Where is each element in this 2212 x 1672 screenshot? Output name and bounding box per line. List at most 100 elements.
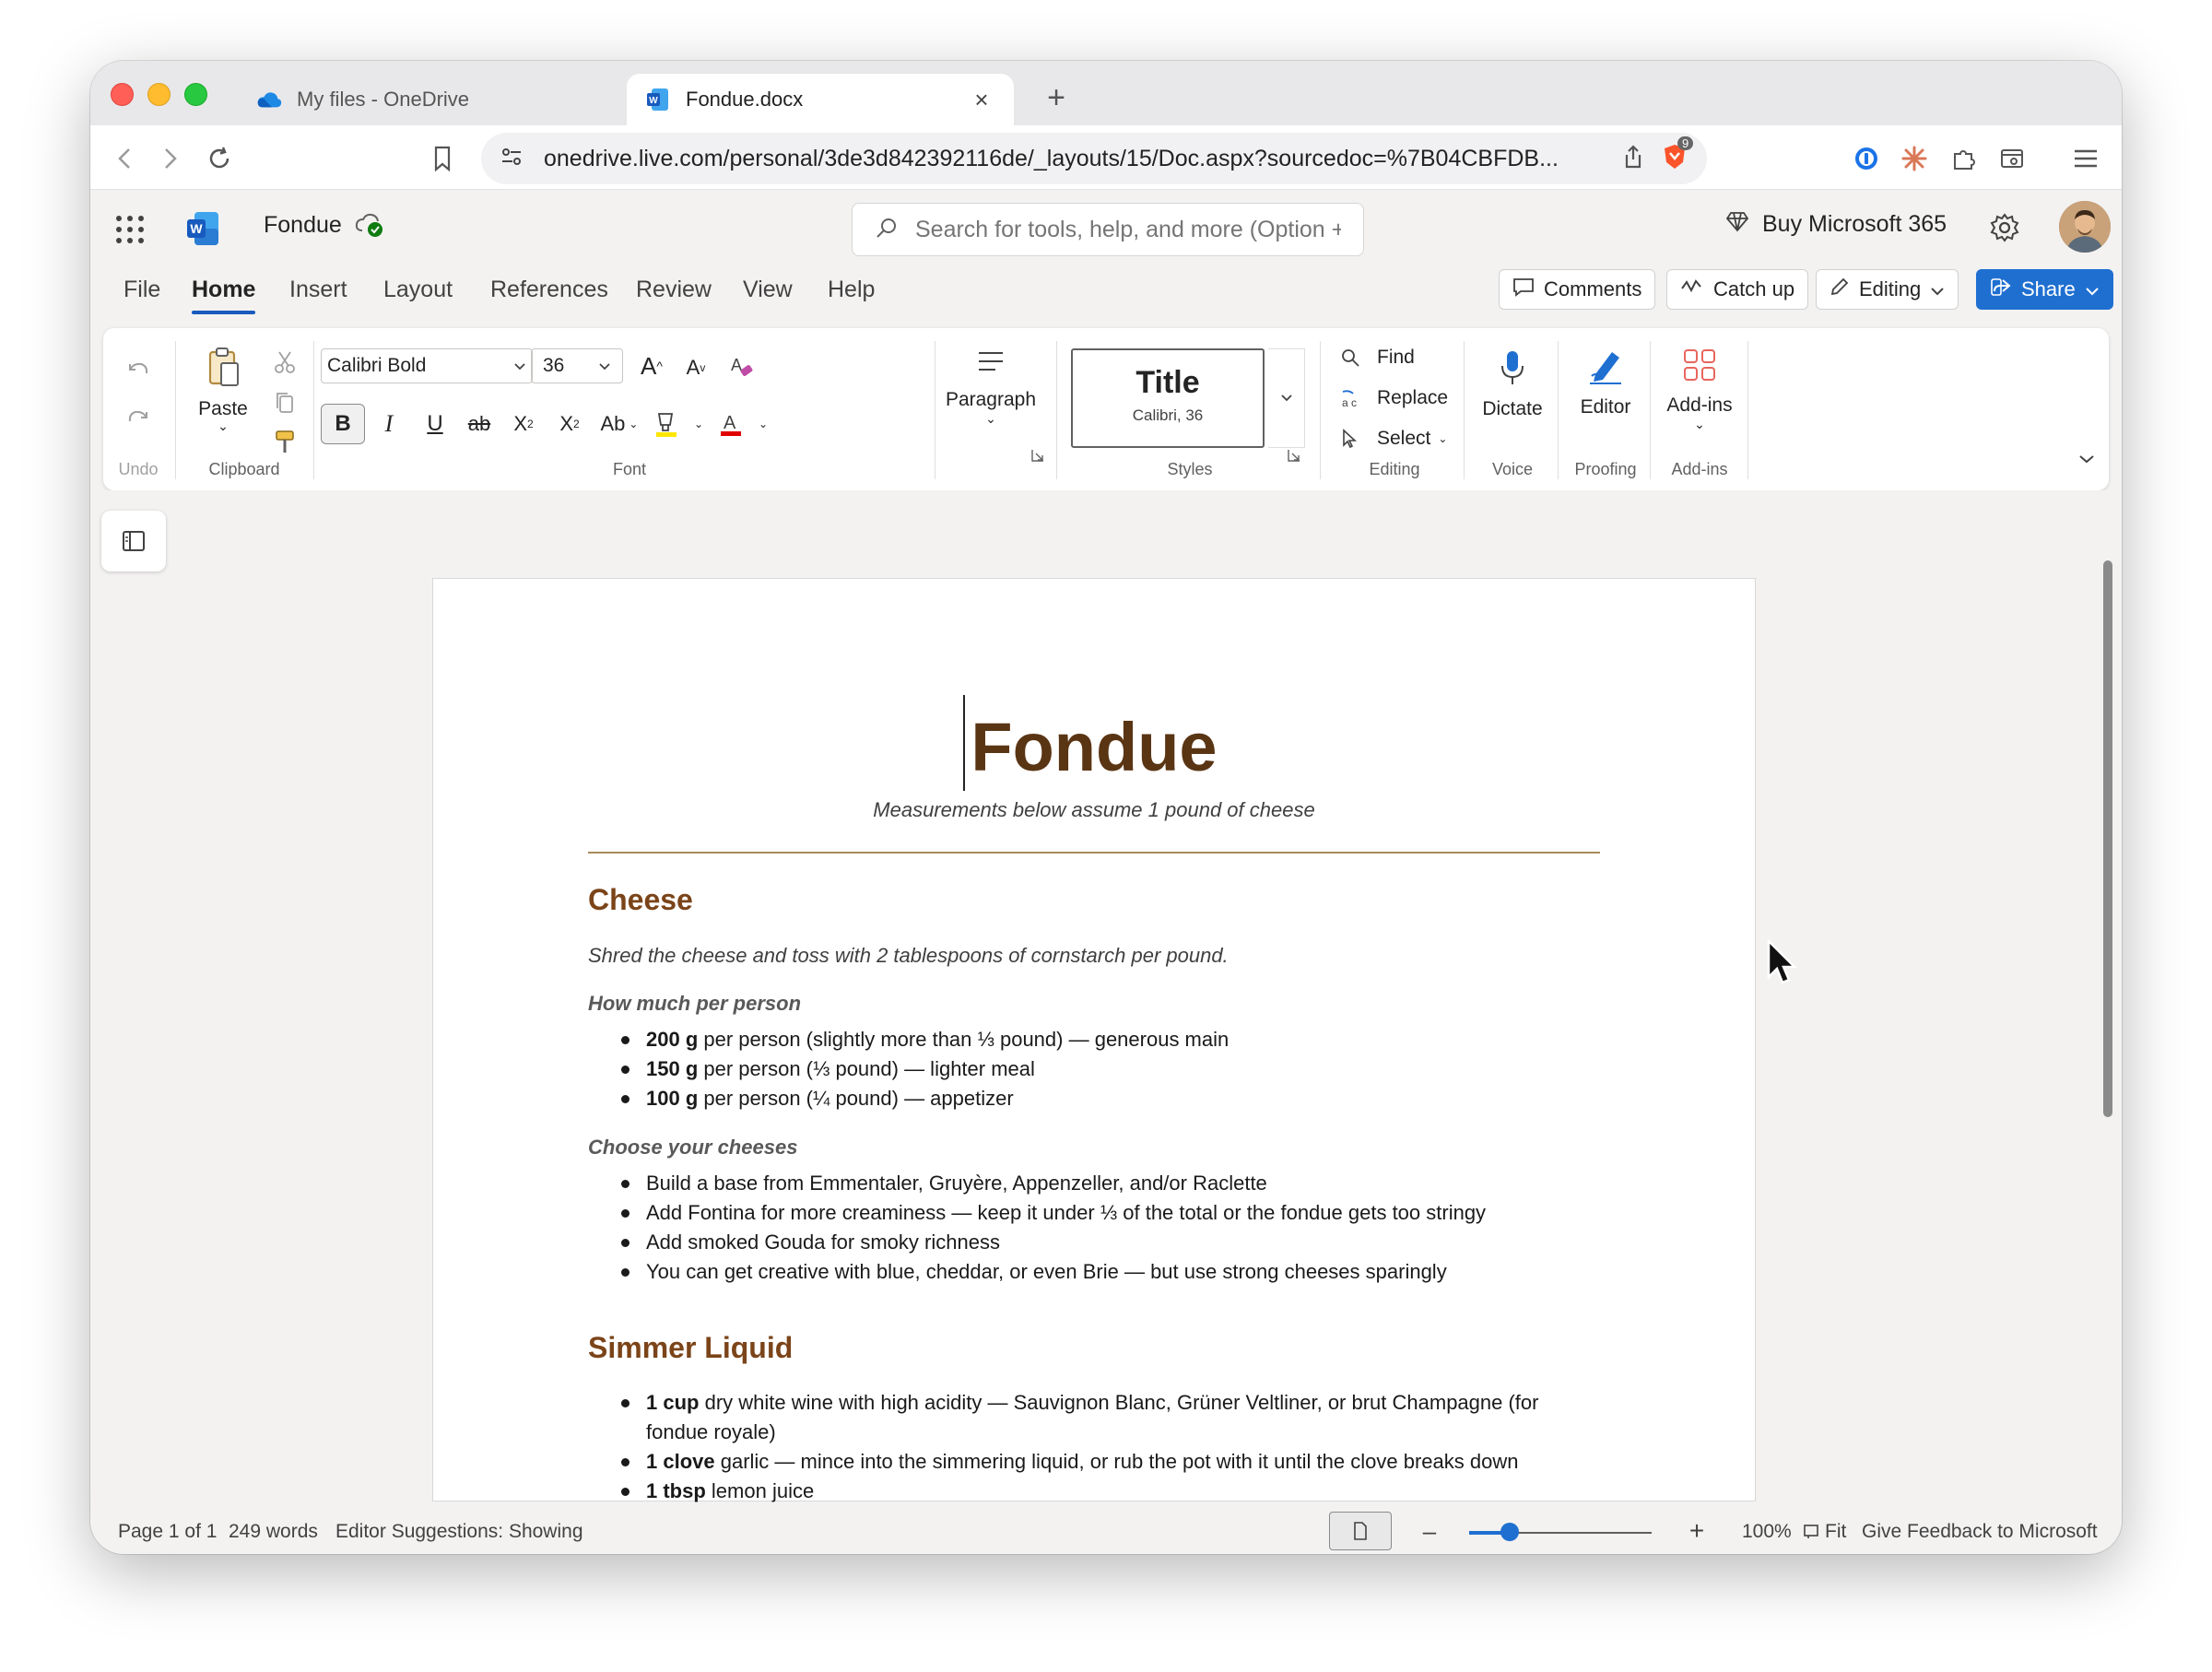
highlight-color-button[interactable]: ⌄ [651, 404, 706, 444]
paragraph-button[interactable]: Paragraph ⌄ [940, 348, 1041, 427]
word-count[interactable]: 249 words [229, 1521, 318, 1543]
find-button[interactable]: Find [1340, 347, 1415, 369]
comments-button[interactable]: Comments [1499, 269, 1656, 310]
tab-view[interactable]: View [743, 277, 793, 303]
undo-icon[interactable] [124, 354, 153, 383]
vertical-scrollbar[interactable] [2103, 560, 2112, 1117]
zoom-out-button[interactable]: – [1416, 1517, 1443, 1545]
copy-icon[interactable] [271, 389, 299, 417]
close-tab-icon[interactable]: × [968, 86, 995, 114]
app-launcher-icon[interactable] [114, 214, 146, 245]
document-page[interactable]: Fondue Measurements below assume 1 pound… [433, 579, 1755, 1502]
navigation-pane-button[interactable] [101, 511, 166, 571]
list-item[interactable]: 200 g per person (slightly more than ⅓ p… [588, 1025, 1565, 1054]
tab-references[interactable]: References [490, 277, 608, 303]
editor-button[interactable]: Editor [1561, 347, 1650, 418]
list-item[interactable]: 100 g per person (¼ pound) — appetizer [588, 1084, 1565, 1113]
redo-icon[interactable] [124, 402, 153, 431]
settings-gear-icon[interactable] [1989, 212, 2020, 248]
catch-up-button[interactable]: Catch up [1666, 269, 1809, 310]
strikethrough-button[interactable]: ab [461, 404, 498, 444]
list-item[interactable]: 150 g per person (⅓ pound) — lighter mea… [588, 1054, 1565, 1084]
font-name-combo[interactable]: Calibri Bold [321, 348, 533, 383]
search-box[interactable] [852, 203, 1364, 256]
editing-mode-button[interactable]: Editing [1816, 269, 1959, 310]
subscript-button[interactable]: X2 [505, 404, 542, 444]
document-title[interactable]: Fondue [433, 708, 1755, 786]
zoom-slider-thumb[interactable] [1500, 1523, 1519, 1541]
tab-home[interactable]: Home [192, 277, 256, 314]
replace-button[interactable]: ac Replace [1340, 387, 1448, 409]
forward-icon[interactable] [151, 140, 188, 177]
addins-button[interactable]: Add-ins ⌄ [1653, 347, 1746, 432]
list-item[interactable]: Add smoked Gouda for smoky richness [588, 1228, 1565, 1257]
search-input[interactable] [915, 216, 1341, 243]
tab-insert[interactable]: Insert [289, 277, 347, 303]
font-size-combo[interactable]: 36 [531, 348, 623, 383]
superscript-button[interactable]: X2 [551, 404, 588, 444]
list-item[interactable]: Build a base from Emmentaler, Gruyère, A… [588, 1169, 1565, 1198]
heading-simmer-liquid[interactable]: Simmer Liquid [588, 1331, 793, 1365]
give-feedback-link[interactable]: Give Feedback to Microsoft [1862, 1521, 2098, 1543]
tab-file[interactable]: File [124, 277, 160, 303]
browser-menu-icon[interactable] [2068, 141, 2103, 176]
buy-microsoft-365-button[interactable]: Buy Microsoft 365 [1725, 210, 1947, 239]
italic-button[interactable]: I [371, 404, 407, 444]
page-count[interactable]: Page 1 of 1 [118, 1521, 217, 1543]
list-item[interactable]: 1 cup dry white wine with high acidity —… [588, 1388, 1565, 1447]
document-subtitle[interactable]: Measurements below assume 1 pound of che… [433, 798, 1755, 822]
print-layout-button[interactable] [1329, 1512, 1392, 1550]
font-color-button[interactable]: A ⌄ [715, 404, 771, 444]
share-button[interactable]: Share [1976, 269, 2113, 310]
list-item[interactable]: 1 clove garlic — mince into the simmerin… [588, 1447, 1565, 1477]
heading-cheese[interactable]: Cheese [588, 883, 693, 917]
tab-help[interactable]: Help [828, 277, 875, 303]
select-button[interactable]: Select ⌄ [1340, 428, 1447, 450]
tab-layout[interactable]: Layout [383, 277, 453, 303]
close-window-button[interactable] [111, 83, 134, 106]
bookmark-icon[interactable] [424, 140, 461, 177]
dictate-button[interactable]: Dictate [1467, 348, 1558, 420]
extensions-puzzle-icon[interactable] [1947, 141, 1982, 176]
clear-formatting-icon[interactable]: A [726, 350, 758, 382]
cheese-intro[interactable]: Shred the cheese and toss with 2 tablesp… [588, 944, 1229, 968]
editor-suggestions-status[interactable]: Editor Suggestions: Showing [335, 1521, 583, 1543]
word-logo-icon[interactable]: W [186, 210, 219, 247]
format-painter-icon[interactable] [271, 428, 299, 455]
site-settings-icon[interactable] [500, 145, 524, 173]
change-case-button[interactable]: Ab ⌄ [595, 404, 643, 444]
expand-ribbon-icon[interactable] [2076, 448, 2098, 470]
claude-extension-icon[interactable] [1897, 141, 1932, 176]
fit-button[interactable]: Fit [1803, 1521, 1846, 1543]
shrink-font-icon[interactable]: Av [680, 352, 712, 383]
list-item[interactable]: You can get creative with blue, cheddar,… [588, 1257, 1565, 1287]
reload-icon[interactable] [201, 140, 238, 177]
tab-fondue-docx[interactable]: W Fondue.docx × [627, 74, 1014, 125]
zoom-percentage[interactable]: 100% [1742, 1521, 1792, 1543]
paste-button[interactable]: Paste ⌄ [184, 347, 262, 434]
list-item[interactable]: 1 tbsp lemon juice [588, 1477, 1565, 1506]
tab-onedrive[interactable]: My files - OneDrive [238, 74, 625, 125]
password-manager-icon[interactable] [1849, 141, 1884, 176]
cloud-saved-icon[interactable] [354, 210, 385, 244]
reader-mode-icon[interactable] [1994, 141, 2030, 176]
style-gallery-title[interactable]: Title Calibri, 36 [1071, 348, 1265, 448]
paragraph-dialog-launcher-icon[interactable] [1029, 446, 1047, 465]
grow-font-icon[interactable]: A ^ [636, 350, 667, 382]
new-tab-button[interactable]: + [1036, 77, 1077, 118]
list-item[interactable]: Add Fontina for more creaminess — keep i… [588, 1198, 1565, 1228]
subheading-choose-cheeses[interactable]: Choose your cheeses [588, 1136, 797, 1160]
brave-shields-icon[interactable]: 9 [1661, 135, 1694, 176]
share-page-icon[interactable] [1622, 144, 1644, 174]
maximize-window-button[interactable] [184, 83, 207, 106]
address-bar[interactable]: onedrive.live.com/personal/3de3d84239211… [481, 133, 1707, 184]
cut-icon[interactable] [271, 348, 299, 376]
style-gallery-more-button[interactable] [1268, 348, 1305, 448]
user-avatar[interactable] [2059, 201, 2111, 253]
minimize-window-button[interactable] [147, 83, 171, 106]
zoom-in-button[interactable]: + [1683, 1516, 1711, 1545]
back-icon[interactable] [107, 140, 144, 177]
tab-review[interactable]: Review [636, 277, 712, 303]
subheading-how-much[interactable]: How much per person [588, 992, 801, 1016]
bold-button[interactable]: B [321, 404, 365, 444]
